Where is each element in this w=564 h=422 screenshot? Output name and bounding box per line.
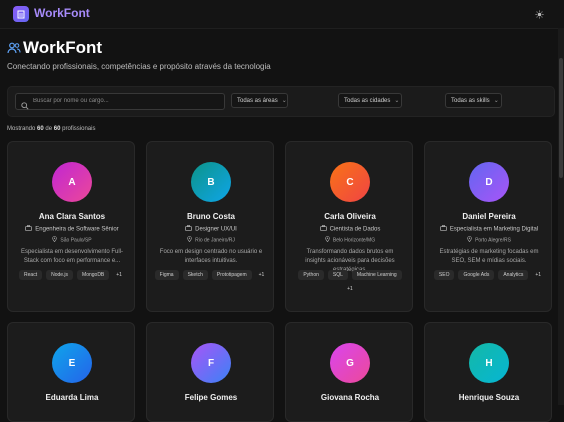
profile-name: Giovana Rocha — [320, 393, 380, 402]
profile-card[interactable]: F Felipe Gomes — [146, 322, 274, 422]
page-title: WorkFont — [23, 38, 103, 57]
profile-role: Cientista de Dados — [286, 225, 414, 233]
profile-card[interactable]: G Giovana Rocha — [285, 322, 413, 422]
profile-name: Daniel Pereira — [462, 212, 516, 221]
profile-name: Henrique Souza — [458, 393, 520, 402]
users-icon — [7, 41, 21, 55]
profile-role: Especialista em Marketing Digital — [425, 225, 553, 233]
results-count: Mostrando 60 de 60 profissionais — [7, 126, 96, 132]
building-icon — [13, 6, 29, 22]
search-icon — [21, 97, 29, 110]
skill-tag[interactable]: Machine Learning — [351, 270, 402, 280]
profile-location: Porto Alegre/RS — [425, 236, 553, 244]
avatar: B — [191, 162, 231, 202]
skill-tags: Figma Sketch Prototipagem +1 — [153, 270, 269, 280]
profile-card[interactable]: D Daniel Pereira Especialista em Marketi… — [424, 141, 552, 312]
search-box[interactable] — [15, 93, 225, 110]
skill-tags: React Node.js MongoDB +1 — [14, 270, 130, 280]
profile-name: Ana Clara Santos — [38, 212, 106, 221]
skill-tag[interactable]: React — [19, 270, 43, 280]
chevron-down-icon: ⌄ — [394, 98, 400, 104]
profile-role: Engenheira de Software Sênior — [8, 225, 136, 233]
area-filter-label: Todas as áreas — [237, 97, 278, 104]
profile-name: Carla Oliveira — [324, 212, 376, 221]
avatar: F — [191, 343, 231, 383]
chevron-down-icon: ⌄ — [493, 98, 499, 104]
skill-tag[interactable]: SQL — [327, 270, 348, 280]
profile-bio: Estratégias de marketing focadas em SEO,… — [439, 249, 539, 264]
avatar: A — [52, 162, 92, 202]
area-filter-select[interactable]: Todas as áreas ⌄ — [231, 93, 288, 108]
profile-card[interactable]: E Eduarda Lima — [7, 322, 135, 422]
skill-tags: Python SQL Machine Learning +1 — [292, 270, 408, 294]
skill-tag[interactable]: SEO — [433, 270, 455, 280]
map-pin-icon — [187, 236, 192, 244]
skill-tag[interactable]: Google Ads — [458, 270, 495, 280]
filter-bar: Todas as áreas⌄ Todas as cidades⌄ Todas … — [7, 86, 555, 117]
avatar: E — [52, 343, 92, 383]
top-navbar: WorkFont — [0, 0, 564, 29]
skill-tag[interactable]: MongoDB — [77, 270, 110, 280]
map-pin-icon — [52, 236, 58, 244]
profile-name: Felipe Gomes — [184, 393, 238, 402]
city-filter-label: Todas as cidades — [344, 97, 391, 104]
skill-tag[interactable]: Figma — [154, 270, 179, 280]
profile-name: Eduarda Lima — [45, 393, 99, 402]
profile-location: São Paulo/SP — [8, 236, 136, 244]
avatar: G — [330, 343, 370, 383]
profile-name: Bruno Costa — [187, 212, 235, 221]
briefcase-icon — [439, 225, 447, 233]
sun-icon[interactable] — [534, 9, 544, 19]
map-pin-icon — [467, 236, 472, 244]
avatar: H — [469, 343, 509, 383]
more-skills-count[interactable]: +1 — [113, 270, 125, 280]
search-input[interactable] — [33, 95, 218, 107]
briefcase-icon — [319, 225, 327, 233]
skill-filter-label: Todas as skills — [451, 97, 490, 104]
briefcase-icon — [185, 225, 192, 233]
more-skills-count[interactable]: +1 — [256, 270, 268, 280]
profile-card[interactable]: B Bruno Costa Designer UX/UI Rio de Jane… — [146, 141, 274, 312]
avatar: C — [330, 162, 370, 202]
skill-tag[interactable]: Sketch — [182, 270, 208, 280]
profile-bio: Foco em design centrado no usuário e int… — [159, 249, 263, 264]
profile-role: Designer UX/UI — [147, 225, 275, 233]
profile-location: Belo Horizonte/MG — [286, 236, 414, 244]
profile-bio: Especialista em desenvolvimento Full-Sta… — [20, 249, 124, 264]
profile-card[interactable]: H Henrique Souza — [424, 322, 552, 422]
skill-tag[interactable]: Analytics — [498, 270, 529, 280]
profile-card[interactable]: A Ana Clara Santos Engenheira de Softwar… — [7, 141, 135, 312]
city-filter-select[interactable]: Todas as cidades ⌄ — [338, 93, 402, 108]
skill-tag[interactable]: Node.js — [46, 270, 74, 280]
skill-tag[interactable]: Python — [298, 270, 324, 280]
skill-filter-select[interactable]: Todas as skills ⌄ — [445, 93, 502, 108]
app-logo-text[interactable]: WorkFont — [34, 6, 90, 20]
scrollbar-thumb[interactable] — [559, 58, 563, 178]
avatar: D — [469, 162, 509, 202]
profile-location: Rio de Janeiro/RJ — [147, 236, 275, 244]
scrollbar[interactable] — [558, 28, 564, 405]
profile-card[interactable]: C Carla Oliveira Cientista de Dados Belo… — [285, 141, 413, 312]
briefcase-icon — [25, 225, 33, 233]
skill-tags: SEO Google Ads Analytics +1 — [431, 270, 547, 280]
chevron-down-icon: ⌄ — [281, 98, 287, 104]
map-pin-icon — [325, 236, 330, 244]
more-skills-count[interactable]: +1 — [344, 284, 356, 294]
more-skills-count[interactable]: +1 — [532, 270, 544, 280]
skill-tag[interactable]: Prototipagem — [211, 270, 252, 280]
page-subtitle: Conectando profissionais, competências e… — [7, 62, 271, 71]
